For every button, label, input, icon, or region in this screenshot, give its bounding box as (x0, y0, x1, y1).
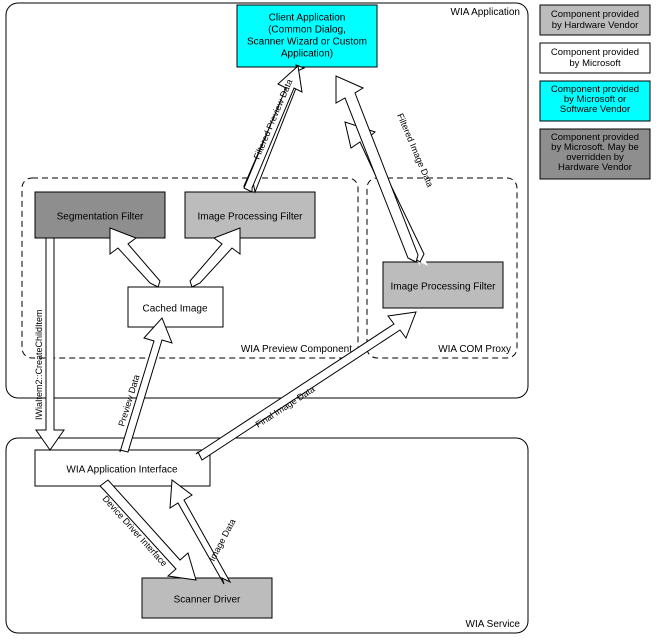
legend-text: Component provided (551, 9, 639, 20)
ipf-preview-label: Image Processing Filter (197, 212, 303, 223)
client-app-line1: Client Application (269, 13, 346, 24)
arrow-filtered-image: Filtered Image Data (336, 76, 435, 266)
arrow-filtered-preview: Filtered Preview Data (244, 65, 304, 192)
wia-app-interface-label: WIA Application Interface (66, 465, 178, 476)
client-app-line3: Scanner Wizard or Custom (247, 37, 367, 48)
legend-text: Hardware Vendor (558, 162, 632, 173)
legend-text: by Microsoft (569, 58, 621, 69)
arrow-filtered-image-label: Filtered Image Data (395, 112, 435, 189)
segmentation-filter-label: Segmentation Filter (57, 212, 144, 223)
wia-preview-title: WIA Preview Component (241, 344, 352, 355)
scanner-driver-label: Scanner Driver (174, 595, 241, 606)
cached-image-label: Cached Image (142, 304, 207, 315)
wia-service-title: WIA Service (466, 619, 521, 630)
legend-text: Component provided (551, 47, 639, 58)
client-app-line2: (Common Dialog, (268, 25, 346, 36)
legend-text: by Hardware Vendor (552, 20, 639, 31)
arrow-create-child-label: IWiaItem2::CreateChildItem (34, 309, 44, 420)
arrow-preview-data: Preview Data (116, 318, 172, 452)
legend: Component provided by Hardware Vendor Co… (540, 5, 650, 179)
ipf-proxy-label: Image Processing Filter (390, 282, 496, 293)
arrow-final-image-label: Final Image Data (254, 384, 317, 430)
wia-com-proxy-title: WIA COM Proxy (438, 344, 511, 355)
arrow-ddi-label: Device Driver Interface (101, 494, 170, 569)
wia-application-title: WIA Application (451, 7, 520, 18)
legend-text: Software Vendor (560, 104, 630, 115)
arrow-create-child-item: IWiaItem2::CreateChildItem (34, 238, 64, 450)
arrow-image-data-label: Image Data (207, 517, 238, 563)
arrow-filtered-preview-label: Filtered Preview Data (252, 78, 295, 161)
diagram-canvas: Component provided by Hardware Vendor Co… (0, 0, 661, 640)
client-app-line4: Application) (281, 49, 333, 60)
